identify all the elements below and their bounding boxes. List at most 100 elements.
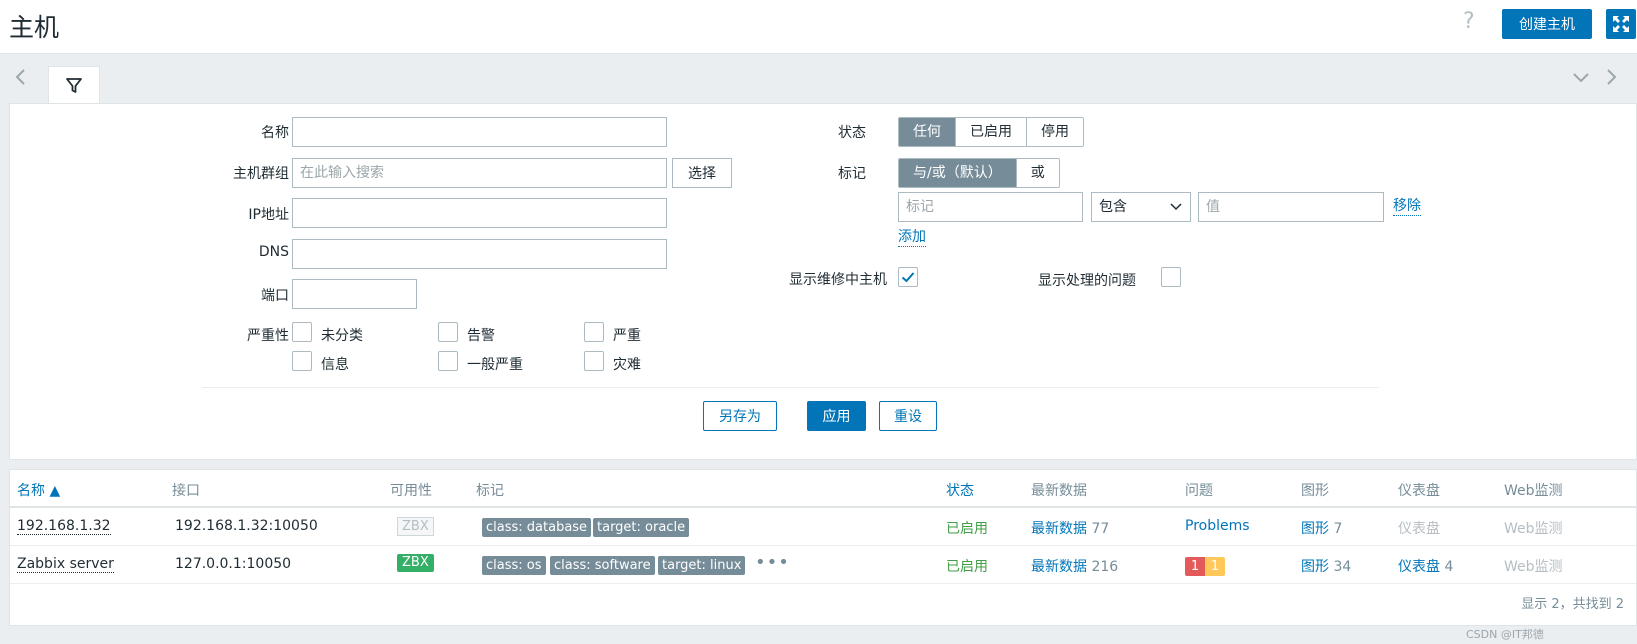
tag-badge[interactable]: class: os xyxy=(482,556,546,575)
column-header-web: Web监测 xyxy=(1504,483,1563,499)
graphs-link[interactable]: 图形 7 xyxy=(1301,518,1342,538)
severity-label-5: 灾难 xyxy=(613,357,641,373)
tag-operator-select[interactable]: 包含 xyxy=(1091,192,1191,222)
tag-mode-segmented-control: 与/或（默认） 或 xyxy=(898,158,1060,188)
graphs-link[interactable]: 图形 34 xyxy=(1301,556,1351,576)
tag-mode-and-or[interactable]: 与/或（默认） xyxy=(899,159,1016,187)
column-header-problems: 问题 xyxy=(1185,483,1213,499)
tag-badge[interactable]: target: linux xyxy=(658,556,746,575)
latest-data-count: 77 xyxy=(1091,521,1110,537)
dns-label: DNS xyxy=(258,244,289,260)
problems-link[interactable]: Problems xyxy=(1185,518,1250,534)
severity-checkbox[interactable] xyxy=(438,322,458,342)
column-header-graphs: 图形 xyxy=(1301,483,1329,499)
status-value[interactable]: 已启用 xyxy=(946,518,988,538)
interface-value: 192.168.1.32:10050 xyxy=(175,518,318,534)
web-link: Web监测 xyxy=(1504,521,1563,537)
column-header-dashboards: 仪表盘 xyxy=(1398,483,1440,499)
row-divider xyxy=(10,545,1636,546)
host-groups-input[interactable] xyxy=(292,158,667,188)
ip-input[interactable] xyxy=(292,198,667,228)
help-icon[interactable]: ? xyxy=(1463,9,1475,34)
chevron-down-icon[interactable] xyxy=(1572,68,1590,90)
create-host-button[interactable]: 创建主机 xyxy=(1502,9,1592,39)
filter-icon xyxy=(66,77,82,93)
divider xyxy=(202,387,1379,388)
table-header-divider xyxy=(10,506,1636,508)
severity-checkbox[interactable] xyxy=(438,351,458,371)
problem-high-badge[interactable]: 1 xyxy=(1185,557,1205,576)
port-input[interactable] xyxy=(292,279,417,309)
graphs-label: 图形 xyxy=(1301,559,1329,575)
chevron-right-icon[interactable] xyxy=(1606,68,1618,91)
availability-badge[interactable]: ZBX xyxy=(397,554,434,572)
add-tag-link[interactable]: 添加 xyxy=(898,229,926,247)
status-option-disabled[interactable]: 停用 xyxy=(1026,118,1083,146)
fullscreen-icon[interactable] xyxy=(1606,9,1636,39)
status-value[interactable]: 已启用 xyxy=(946,556,988,576)
dns-input[interactable] xyxy=(292,239,667,269)
show-maintenance-checkbox[interactable] xyxy=(898,267,918,287)
tag-name-input[interactable] xyxy=(898,192,1083,222)
page-header: 主机 ? 创建主机 xyxy=(0,0,1637,54)
reset-button[interactable]: 重设 xyxy=(879,401,937,431)
chevron-left-icon[interactable] xyxy=(14,68,26,91)
status-option-enabled[interactable]: 已启用 xyxy=(955,118,1026,146)
latest-data-link[interactable]: 最新数据 77 xyxy=(1031,518,1109,538)
port-label: 端口 xyxy=(261,288,289,304)
tag-operator-value: 包含 xyxy=(1099,199,1127,215)
latest-data-count: 216 xyxy=(1091,559,1119,575)
status-segmented-control: 任何 已启用 停用 xyxy=(898,117,1084,147)
problem-average-badge[interactable]: 1 xyxy=(1205,557,1225,576)
availability-badge[interactable]: ZBX xyxy=(397,517,434,536)
latest-data-link[interactable]: 最新数据 216 xyxy=(1031,556,1118,576)
column-header-availability: 可用性 xyxy=(390,483,432,499)
dashboards-link[interactable]: 仪表盘 4 xyxy=(1398,556,1453,576)
name-input[interactable] xyxy=(292,117,667,147)
column-header-name[interactable]: 名称 ▲ xyxy=(17,480,60,500)
dashboards-label: 仪表盘 xyxy=(1398,559,1440,575)
column-header-latest-data: 最新数据 xyxy=(1031,483,1087,499)
filter-panel: 名称 主机群组 选择 IP地址 DNS 端口 严重性 未分类 告警 严重 信息 … xyxy=(9,103,1637,460)
tag-badge[interactable]: target: oracle xyxy=(593,518,690,537)
filter-tab[interactable] xyxy=(48,66,100,104)
apply-button[interactable]: 应用 xyxy=(807,401,866,431)
column-header-interface: 接口 xyxy=(172,483,200,499)
severity-label-1: 告警 xyxy=(467,328,495,344)
severity-checkbox[interactable] xyxy=(584,322,604,342)
more-tags-icon[interactable]: ••• xyxy=(755,552,790,573)
table-footer-count: 显示 2，共找到 2 xyxy=(1521,597,1624,612)
severity-label-0: 未分类 xyxy=(321,328,363,344)
show-maintenance-label: 显示维修中主机 xyxy=(789,272,887,288)
host-name-link[interactable]: 192.168.1.32 xyxy=(17,518,111,535)
page-title: 主机 xyxy=(9,13,60,42)
web-link: Web监测 xyxy=(1504,559,1563,575)
row-divider xyxy=(10,583,1636,584)
severity-label-4: 一般严重 xyxy=(467,357,523,373)
column-header-status[interactable]: 状态 xyxy=(946,480,974,500)
tag-badge[interactable]: class: software xyxy=(550,556,655,575)
show-suppressed-label: 显示处理的问题 xyxy=(1038,273,1136,289)
severity-checkbox[interactable] xyxy=(292,322,312,342)
host-name-link[interactable]: Zabbix server xyxy=(17,556,114,573)
remove-tag-link[interactable]: 移除 xyxy=(1393,198,1421,216)
severity-label-3: 信息 xyxy=(321,357,349,373)
host-groups-label: 主机群组 xyxy=(233,166,289,182)
select-button[interactable]: 选择 xyxy=(672,158,732,188)
name-label: 名称 xyxy=(261,125,289,141)
ip-label: IP地址 xyxy=(248,207,289,223)
save-as-button[interactable]: 另存为 xyxy=(703,401,777,431)
severity-checkbox[interactable] xyxy=(584,351,604,371)
interface-value: 127.0.0.1:10050 xyxy=(175,556,292,572)
hosts-table: 名称 ▲ 接口 可用性 标记 状态 最新数据 问题 图形 仪表盘 Web监测 1… xyxy=(9,469,1637,626)
tag-badge[interactable]: class: database xyxy=(482,518,592,537)
tags-label: 标记 xyxy=(838,166,866,182)
latest-data-label: 最新数据 xyxy=(1031,521,1087,537)
dashboards-link: 仪表盘 xyxy=(1398,521,1440,537)
show-suppressed-checkbox[interactable] xyxy=(1161,267,1181,287)
severity-checkbox[interactable] xyxy=(292,351,312,371)
status-option-any[interactable]: 任何 xyxy=(899,118,955,146)
tag-mode-or[interactable]: 或 xyxy=(1015,159,1059,187)
dashboards-count: 4 xyxy=(1444,559,1454,575)
tag-value-input[interactable] xyxy=(1198,192,1384,222)
